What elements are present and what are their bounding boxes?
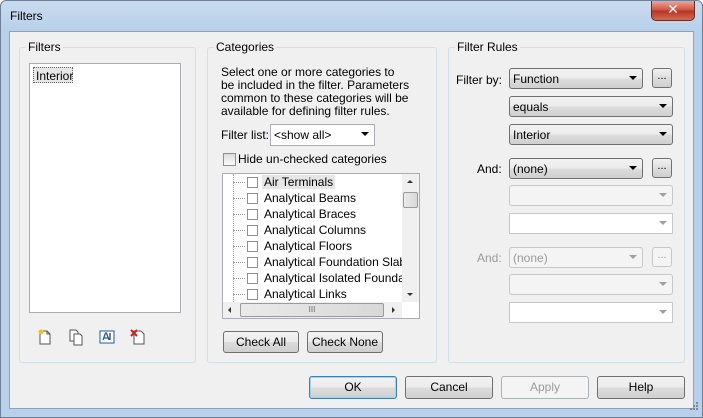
categories-tree[interactable]: Air Terminals Analytical Beams Analytica… bbox=[222, 173, 420, 319]
filter-list-dropdown[interactable]: <show all> bbox=[270, 124, 375, 146]
resize-grip-icon[interactable] bbox=[687, 401, 699, 413]
new-filter-icon[interactable] bbox=[36, 328, 54, 346]
chevron-down-icon bbox=[659, 104, 667, 108]
category-name: Analytical Columns bbox=[264, 223, 367, 237]
category-row[interactable]: Analytical Foundation Slabs bbox=[223, 254, 412, 270]
hide-unchecked-label: Hide un-checked categories bbox=[238, 152, 387, 166]
close-icon: ✕ bbox=[667, 2, 679, 18]
category-row[interactable]: Analytical Braces bbox=[223, 206, 401, 222]
rule-value-dropdown[interactable]: Interior bbox=[509, 124, 673, 145]
category-name: Analytical Floors bbox=[264, 239, 353, 253]
filters-legend: Filters bbox=[28, 40, 61, 54]
categories-description: Select one or more categories to be incl… bbox=[221, 65, 410, 118]
and-ellipsis-button-1[interactable]: ... bbox=[652, 158, 672, 178]
filter-by-value: Function bbox=[513, 72, 560, 86]
scroll-grip: III bbox=[308, 305, 316, 314]
chevron-down-icon bbox=[629, 255, 637, 259]
and-value-dropdown-2[interactable] bbox=[509, 302, 673, 323]
category-name: Analytical Isolated Foundati... bbox=[264, 271, 420, 285]
category-row[interactable]: Analytical Isolated Foundati... bbox=[223, 270, 419, 286]
filter-by-dropdown[interactable]: Function bbox=[509, 68, 643, 89]
check-all-button[interactable]: Check All bbox=[223, 331, 299, 353]
chevron-down-icon bbox=[659, 132, 667, 136]
chevron-down-icon bbox=[659, 310, 667, 314]
rule-value: Interior bbox=[513, 128, 551, 142]
filter-rules-legend: Filter Rules bbox=[457, 40, 518, 54]
horizontal-scroll-thumb[interactable]: III bbox=[240, 303, 384, 317]
category-checkbox[interactable] bbox=[247, 225, 258, 236]
chevron-down-icon bbox=[659, 282, 667, 286]
categories-legend: Categories bbox=[216, 40, 275, 54]
cancel-button[interactable]: Cancel bbox=[405, 376, 493, 399]
category-row[interactable]: Analytical Columns bbox=[223, 222, 401, 238]
and-label-2: And: bbox=[477, 251, 502, 265]
category-checkbox[interactable] bbox=[247, 209, 258, 220]
chevron-down-icon bbox=[629, 166, 637, 170]
category-name: Analytical Foundation Slabs bbox=[264, 255, 413, 269]
rename-filter-icon[interactable] bbox=[98, 328, 116, 346]
filters-dialog: Filters ✕ Filters Interior Categories Se… bbox=[0, 0, 703, 418]
and-value-2: (none) bbox=[513, 251, 548, 265]
category-checkbox[interactable] bbox=[247, 241, 258, 252]
category-checkbox[interactable] bbox=[247, 177, 258, 188]
category-checkbox[interactable] bbox=[247, 273, 258, 284]
category-checkbox[interactable] bbox=[247, 257, 258, 268]
title-bar[interactable]: Filters ✕ bbox=[1, 1, 702, 31]
dialog-body: Filters Interior Categories Select one o… bbox=[9, 31, 694, 409]
operator-value: equals bbox=[513, 100, 549, 114]
filter-list-value: <show all> bbox=[274, 128, 332, 142]
category-name: Analytical Braces bbox=[264, 207, 357, 221]
category-name: Air Terminals bbox=[262, 175, 336, 189]
hide-unchecked-checkbox[interactable] bbox=[223, 153, 236, 166]
filter-list-label: Filter list: bbox=[221, 128, 269, 142]
apply-button[interactable]: Apply bbox=[501, 376, 589, 399]
ok-button[interactable]: OK bbox=[309, 376, 397, 399]
category-checkbox[interactable] bbox=[247, 289, 258, 300]
horizontal-scrollbar[interactable]: III bbox=[223, 302, 402, 318]
vertical-scroll-thumb[interactable] bbox=[403, 192, 418, 208]
category-name: Analytical Beams bbox=[264, 191, 357, 205]
category-name: Analytical Links bbox=[264, 287, 347, 301]
delete-filter-icon[interactable] bbox=[129, 328, 147, 346]
category-checkbox[interactable] bbox=[247, 193, 258, 204]
chevron-down-icon bbox=[659, 193, 667, 197]
dialog-title: Filters bbox=[10, 9, 43, 23]
filters-list[interactable]: Interior bbox=[29, 63, 181, 313]
chevron-down-icon bbox=[361, 132, 369, 136]
category-row[interactable]: Analytical Floors bbox=[223, 238, 401, 254]
filter-item-interior[interactable]: Interior bbox=[33, 67, 73, 83]
and-value-dropdown-1[interactable] bbox=[509, 213, 673, 234]
chevron-down-icon bbox=[629, 76, 637, 80]
scroll-down-icon[interactable] bbox=[407, 293, 413, 296]
filter-by-label: Filter by: bbox=[456, 73, 503, 87]
and-filter-dropdown-2[interactable]: (none) bbox=[509, 247, 643, 268]
scroll-right-icon[interactable] bbox=[392, 307, 395, 313]
and-filter-dropdown-1[interactable]: (none) bbox=[509, 158, 643, 179]
help-button[interactable]: Help bbox=[597, 376, 685, 399]
check-none-button[interactable]: Check None bbox=[307, 331, 383, 353]
and-ellipsis-button-2[interactable]: ... bbox=[652, 247, 672, 267]
duplicate-filter-icon[interactable] bbox=[67, 328, 85, 346]
scroll-up-icon[interactable] bbox=[407, 180, 413, 183]
and-operator-dropdown-2[interactable] bbox=[509, 274, 673, 295]
operator-dropdown[interactable]: equals bbox=[509, 96, 673, 117]
category-row[interactable]: Analytical Links bbox=[223, 286, 401, 302]
close-button[interactable]: ✕ bbox=[651, 1, 695, 21]
and-value-1: (none) bbox=[513, 162, 548, 176]
and-operator-dropdown-1[interactable] bbox=[509, 185, 673, 206]
scroll-left-icon[interactable] bbox=[228, 307, 231, 313]
vertical-scrollbar[interactable] bbox=[402, 174, 419, 302]
filter-by-ellipsis-button[interactable]: ... bbox=[652, 68, 672, 88]
chevron-down-icon bbox=[659, 221, 667, 225]
category-row[interactable]: Analytical Beams bbox=[223, 190, 401, 206]
category-row[interactable]: Air Terminals bbox=[223, 174, 401, 190]
and-label-1: And: bbox=[477, 162, 502, 176]
